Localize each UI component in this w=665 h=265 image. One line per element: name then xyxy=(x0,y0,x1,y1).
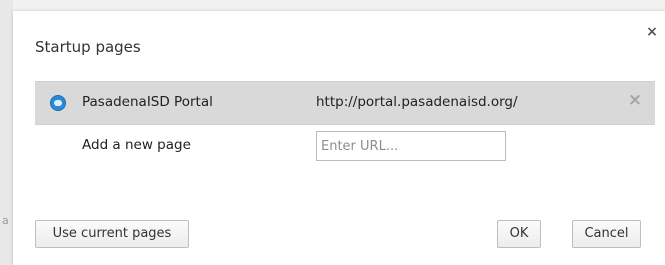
background-edge-text: a xyxy=(2,214,9,227)
startup-page-name: PasadenaISD Portal xyxy=(82,94,213,110)
close-icon[interactable]: × xyxy=(645,25,659,39)
startup-pages-dialog: Startup pages × PasadenaISD Portal http:… xyxy=(13,11,665,265)
dialog-title: Startup pages xyxy=(35,38,141,56)
ok-button[interactable]: OK xyxy=(497,220,541,248)
remove-page-icon[interactable]: × xyxy=(627,92,643,109)
startup-pages-list: PasadenaISD Portal http://portal.pasaden… xyxy=(35,81,655,167)
new-page-url-input[interactable] xyxy=(316,131,506,161)
startup-page-url: http://portal.pasadenaisd.org/ xyxy=(316,94,518,110)
use-current-pages-button[interactable]: Use current pages xyxy=(35,220,189,248)
add-page-row: Add a new page xyxy=(35,125,655,167)
cancel-button[interactable]: Cancel xyxy=(572,220,641,248)
add-page-label: Add a new page xyxy=(82,137,191,153)
startup-page-row[interactable]: PasadenaISD Portal http://portal.pasaden… xyxy=(35,81,655,125)
site-favicon-icon xyxy=(50,95,66,111)
